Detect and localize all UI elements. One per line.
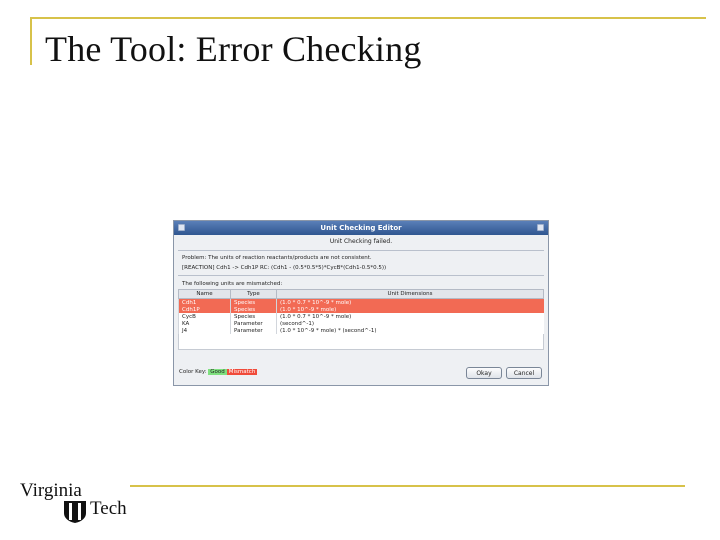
color-key: Color Key: Good Mismatch (179, 369, 258, 375)
table-row[interactable]: Cdh1 Species (1.0 * 0.7 * 10^-9 * mole) (178, 298, 544, 306)
cell-units: (1.0 * 10^-9 * mole) * (second^-1) (276, 327, 544, 334)
okay-button[interactable]: Okay (466, 367, 502, 379)
cell-name: KA (178, 320, 231, 327)
color-key-bad: Mismatch (226, 369, 258, 375)
cell-name: J4 (178, 327, 231, 334)
color-key-label: Color Key: (179, 369, 207, 375)
mismatch-label: The following units are mismatched: (182, 281, 283, 287)
shield-icon (64, 501, 86, 523)
cell-type: Parameter (230, 327, 277, 334)
cell-name: Cdh1P (178, 306, 231, 313)
cell-units: (1.0 * 0.7 * 10^-9 * mole) (276, 298, 544, 306)
cell-name: CycB (178, 313, 231, 320)
logo-text-virginia: Virginia (20, 480, 82, 501)
cell-units: (1.0 * 10^-9 * mole) (276, 306, 544, 313)
divider (178, 275, 544, 276)
cell-units: (1.0 * 0.7 * 10^-9 * mole) (276, 313, 544, 320)
top-rule (30, 17, 706, 19)
cell-type: Species (230, 306, 277, 313)
table-empty-area (178, 334, 544, 350)
dialog-titlebar[interactable]: Unit Checking Editor (174, 221, 548, 235)
unit-checking-dialog: Unit Checking Editor Unit Checking faile… (173, 220, 549, 386)
table-row[interactable]: KA Parameter (second^-1) (178, 320, 544, 327)
cell-name: Cdh1 (178, 298, 231, 306)
cell-type: Species (230, 313, 277, 320)
left-bracket (30, 17, 32, 65)
column-header-name[interactable]: Name (178, 289, 231, 299)
problem-line-2: [REACTION] Cdh1 -> Cdh1P RC: (Cdh1 - (0.… (182, 265, 387, 271)
cancel-button[interactable]: Cancel (506, 367, 542, 379)
column-header-type[interactable]: Type (230, 289, 277, 299)
status-message: Unit Checking failed. (329, 238, 393, 245)
logo-text-tech: Tech (90, 498, 127, 519)
color-key-good: Good (208, 369, 227, 375)
column-header-units[interactable]: Unit Dimensions (276, 289, 544, 299)
table-row[interactable]: J4 Parameter (1.0 * 10^-9 * mole) * (secon… (178, 327, 544, 334)
slide-title: The Tool: Error Checking (45, 29, 422, 69)
cell-type: Parameter (230, 320, 277, 327)
divider (178, 250, 544, 251)
table-row[interactable]: Cdh1P Species (1.0 * 10^-9 * mole) (178, 306, 544, 313)
window-menu-icon[interactable] (178, 224, 185, 231)
close-icon[interactable] (537, 224, 544, 231)
unit-table[interactable]: Name Type Unit Dimensions Cdh1 Species (1.… (178, 289, 544, 334)
cell-units: (second^-1) (276, 320, 544, 327)
problem-line-1: Problem: The units of reaction reactants… (182, 255, 372, 261)
bottom-rule (130, 485, 685, 487)
virginia-tech-logo: Virginia Tech (20, 480, 135, 530)
dialog-title: Unit Checking Editor (320, 224, 402, 232)
dialog-footer: Color Key: Good Mismatch Okay Cancel (174, 367, 548, 379)
cell-type: Species (230, 298, 277, 306)
table-row[interactable]: CycB Species (1.0 * 0.7 * 10^-9 * mole) (178, 313, 544, 320)
